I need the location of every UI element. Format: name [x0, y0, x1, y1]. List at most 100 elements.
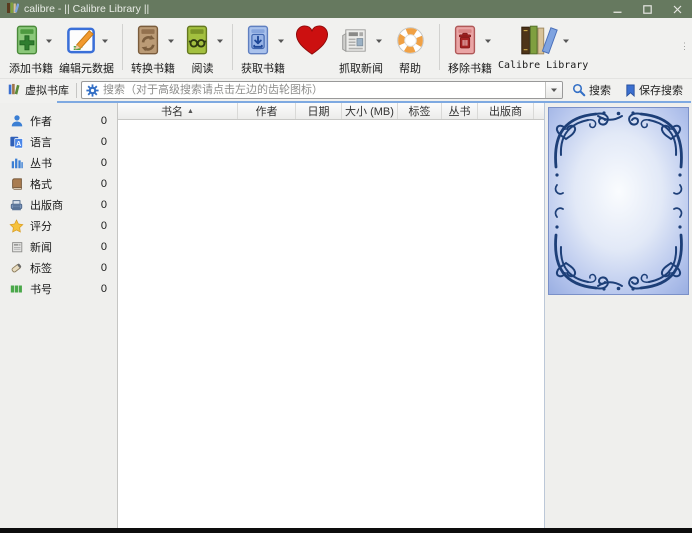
toolbar: 添加书籍编辑元数据 转换书籍 阅读 获取书籍抓取新闻帮助 移除书籍 Calibre Lib… [0, 18, 692, 79]
maximize-button[interactable] [632, 0, 662, 18]
toolbar-button-edit-metadata[interactable]: 编辑元数据 [56, 21, 117, 77]
chevron-down-icon[interactable] [45, 38, 53, 44]
column-header-size[interactable]: 大小 (MB) [342, 103, 398, 119]
close-button[interactable] [662, 0, 692, 18]
chevron-down-icon[interactable] [277, 38, 285, 44]
minimize-button[interactable] [602, 0, 632, 18]
sidebar-item-label: 出版商 [30, 197, 95, 213]
sidebar-item-identifiers[interactable]: 书号0 [0, 278, 117, 299]
window-bottom-edge [0, 528, 692, 533]
chevron-down-icon[interactable] [101, 38, 109, 44]
column-label: 作者 [256, 103, 278, 119]
calibre-window: calibre - || Calibre Library || 添加书籍编辑元数… [0, 0, 692, 533]
column-label: 丛书 [449, 103, 471, 119]
column-label: 大小 (MB) [345, 103, 394, 119]
window-title: calibre - || Calibre Library || [24, 3, 149, 15]
sidebar-item-label: 丛书 [30, 155, 95, 171]
sidebar-item-formats[interactable]: 格式0 [0, 173, 117, 194]
toolbar-button-label: 转换书籍 [131, 60, 175, 76]
toolbar-button-convert-books[interactable]: 转换书籍 [128, 21, 178, 77]
chevron-down-icon[interactable] [167, 38, 175, 44]
get-books-icon [242, 24, 274, 57]
sidebar-item-count: 0 [101, 220, 107, 232]
sidebar-item-ratings[interactable]: 评分 0 [0, 215, 117, 236]
toolbar-button-remove-books[interactable]: 移除书籍 [445, 21, 495, 77]
chevron-down-icon[interactable] [216, 38, 224, 44]
column-header-publisher[interactable]: 出版商 [478, 103, 534, 119]
gear-icon[interactable] [86, 84, 99, 97]
toolbar-button-add-books[interactable]: 添加书籍 [6, 21, 56, 77]
main-area: 作者0 A 语言 0 丛书0格式0 出版商 0 评分 0 新闻0 标签 0 书号0 书名 ▲ 作者 日期大小 … [0, 103, 692, 528]
sidebar-item-count: 0 [101, 199, 107, 211]
sidebar-item-authors[interactable]: 作者0 [0, 110, 117, 131]
sidebar-item-count: 0 [101, 262, 107, 274]
column-label: 日期 [308, 103, 330, 119]
chevron-down-icon[interactable] [562, 38, 570, 44]
search-input-wrapper [81, 81, 563, 99]
sidebar-item-count: 0 [101, 115, 107, 127]
save-search-button[interactable]: 保存搜索 [620, 80, 688, 100]
donate-heart-icon [294, 24, 330, 57]
virtual-library-button[interactable]: 虚拟书库 [4, 80, 72, 101]
sidebar-item-label: 书号 [30, 281, 95, 297]
toolbar-separator [232, 24, 233, 70]
chevron-down-icon[interactable] [484, 38, 492, 44]
column-header-tags[interactable]: 标签 [398, 103, 442, 119]
column-header-authors[interactable]: 作者 [238, 103, 296, 119]
cover-browser-panel [545, 103, 692, 528]
toolbar-button-label: 移除书籍 [448, 60, 492, 76]
column-header-title[interactable]: 书名 ▲ [118, 103, 238, 119]
toolbar-button-label: 编辑元数据 [59, 60, 114, 76]
toolbar-button-label: 添加书籍 [9, 60, 53, 76]
toolbar-button-help[interactable]: 帮助 [386, 21, 434, 77]
toolbar-overflow-icon[interactable]: ⋮ [680, 44, 689, 48]
remove-books-icon [449, 24, 481, 57]
sidebar-item-series[interactable]: 丛书0 [0, 152, 117, 173]
column-label: 书名 [161, 103, 183, 119]
edit-metadata-icon [65, 24, 98, 57]
convert-books-icon [132, 24, 164, 57]
toolbar-button-donate[interactable] [288, 21, 336, 61]
book-list: 书名 ▲ 作者 日期大小 (MB) 标签 丛书出版商 [118, 103, 545, 528]
sidebar-item-label: 评分 [30, 218, 95, 234]
toolbar-button-label: Calibre Library [498, 60, 588, 71]
toolbar-button-read-books[interactable]: 阅读 [178, 21, 227, 77]
sort-ascending-icon: ▲ [187, 108, 194, 115]
toolbar-button-get-books[interactable]: 获取书籍 [238, 21, 288, 77]
sidebar-item-tags[interactable]: 标签 0 [0, 257, 117, 278]
sidebar-item-publishers[interactable]: 出版商 0 [0, 194, 117, 215]
column-label: 标签 [409, 103, 431, 119]
sidebar-item-label: 新闻 [30, 239, 95, 255]
add-books-icon [10, 24, 42, 57]
sidebar-item-label: 语言 [30, 134, 95, 150]
toolbar-button-label: 帮助 [399, 60, 421, 76]
sidebar-item-languages[interactable]: A语言0 [0, 131, 117, 152]
book-list-body[interactable] [118, 120, 544, 528]
sidebar-item-label: 标签 [30, 260, 95, 276]
save-search-label: 保存搜索 [639, 82, 683, 98]
read-book-icon [181, 24, 213, 57]
magnifier-icon [572, 83, 586, 97]
virtual-library-label: 虚拟书库 [25, 82, 69, 98]
news-icon [9, 240, 24, 254]
toolbar-button-fetch-news[interactable]: 抓取新闻 [336, 21, 386, 77]
toolbar-button-choose-library[interactable]: Calibre Library [495, 21, 591, 72]
book-list-header: 书名 ▲ 作者 日期大小 (MB) 标签 丛书出版商 [118, 103, 544, 120]
search-button-label: 搜索 [589, 82, 611, 98]
search-focus-underline [57, 101, 691, 103]
search-history-dropdown[interactable] [545, 82, 562, 98]
formats-icon [9, 177, 24, 191]
authors-icon [9, 114, 24, 128]
search-separator [76, 83, 77, 98]
toolbar-button-label: 阅读 [192, 60, 214, 76]
toolbar-button-label: 抓取新闻 [339, 60, 383, 76]
chevron-down-icon[interactable] [375, 38, 383, 44]
sidebar-item-news[interactable]: 新闻0 [0, 236, 117, 257]
column-header-series[interactable]: 丛书 [442, 103, 478, 119]
search-button[interactable]: 搜索 [567, 80, 616, 100]
column-header-filler [534, 103, 544, 119]
column-header-date[interactable]: 日期 [296, 103, 342, 119]
svg-text:A: A [16, 140, 21, 147]
book-cover[interactable] [548, 107, 689, 295]
search-input[interactable] [103, 82, 545, 98]
